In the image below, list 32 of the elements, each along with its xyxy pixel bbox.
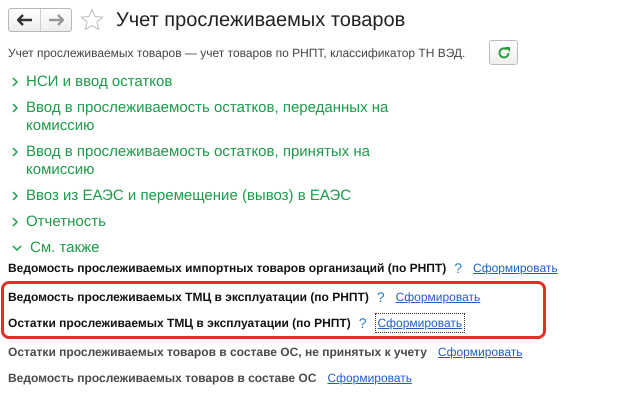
chevron-right-icon: [12, 217, 18, 227]
chevron-right-icon: [12, 77, 18, 87]
generate-link[interactable]: Сформировать: [374, 313, 466, 333]
generate-link[interactable]: Сформировать: [470, 258, 561, 278]
section-link[interactable]: Ввод в прослеживаемость остатков, принятых на комиссию: [12, 143, 630, 179]
chevron-right-icon: [12, 191, 18, 201]
report-title: Ведомость прослеживаемых товаров в составе ОС: [8, 370, 316, 387]
refresh-button[interactable]: [489, 40, 518, 65]
chevron-right-icon: [12, 103, 18, 113]
window-title: Учет прослеживаемых товаров: [116, 8, 406, 32]
section-link[interactable]: См. также: [12, 239, 630, 257]
chevron-down-icon: [12, 245, 22, 251]
generate-link[interactable]: Сформировать: [434, 342, 526, 362]
section-link[interactable]: Ввоз из ЕАЭС и перемещение (вывоз) в ЕАЭС: [12, 187, 630, 205]
report-title: Остатки прослеживаемых ТМЦ в эксплуатации (по РНПТ): [8, 315, 351, 332]
arrow-left-icon: [16, 14, 32, 26]
section-link[interactable]: НСИ и ввод остатков: [12, 73, 630, 91]
help-link[interactable]: ?: [376, 286, 385, 308]
description-text: Учет прослеживаемых товаров — учет товаров по РНПТ, классификатор ТН ВЭД.: [8, 44, 466, 62]
help-link[interactable]: ?: [358, 312, 367, 334]
generate-link[interactable]: Сформировать: [324, 368, 416, 388]
generate-link[interactable]: Сформировать: [392, 287, 484, 307]
arrow-right-icon: [48, 14, 64, 26]
section-link[interactable]: Отчетность: [12, 213, 630, 231]
chevron-right-icon: [12, 147, 18, 157]
report-title: Остатки прослеживаемых товаров в составе ОС, не принятых к учету: [8, 344, 427, 361]
section-link[interactable]: Ввод в прослеживаемость остатков, переданных на комиссию: [12, 99, 630, 135]
report-title: Ведомость прослеживаемых ТМЦ в эксплуатации (по РНПТ): [8, 289, 369, 306]
star-icon[interactable]: [80, 8, 104, 32]
help-link[interactable]: ?: [454, 258, 462, 278]
report-title: Ведомость прослеживаемых импортных товаров организаций (по РНПТ): [8, 260, 446, 277]
refresh-icon: [496, 46, 511, 60]
